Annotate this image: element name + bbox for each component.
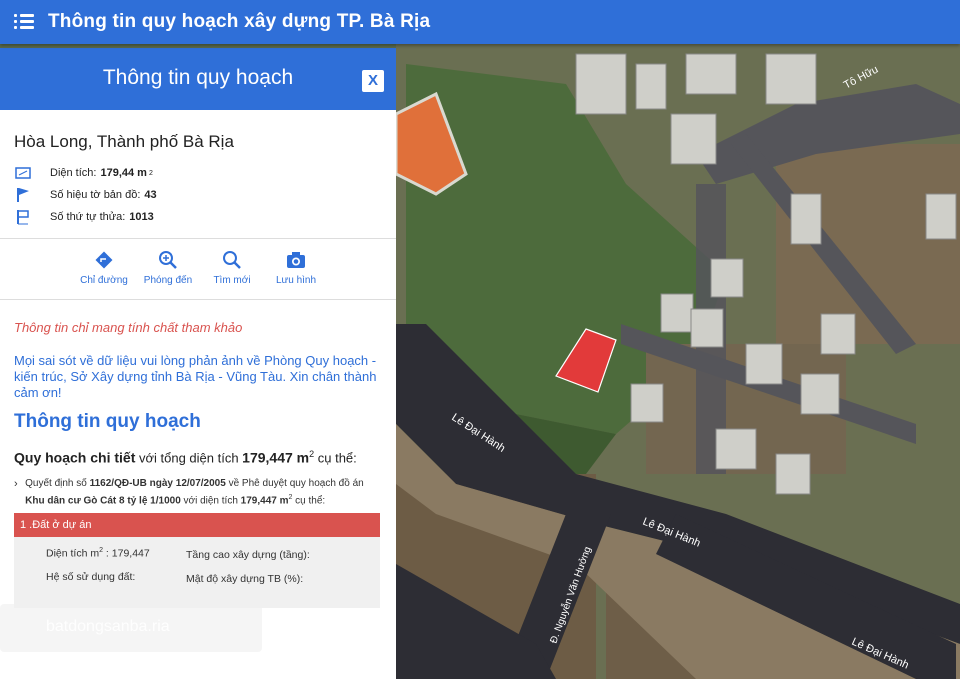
land-use-area-value: : 179,447 — [103, 547, 150, 560]
parcel-flag-icon — [14, 209, 32, 225]
location-name: Hòa Long, Thành phố Bà Rịa — [14, 132, 234, 151]
decision-item[interactable]: › Quyết định số 1162/QĐ-UB ngày 12/07/20… — [14, 477, 382, 508]
plot-row: Số thứ tự thửa: 1013 — [14, 206, 382, 228]
detail-prefix: Quy hoạch chi tiết — [14, 449, 136, 466]
area-icon — [14, 165, 32, 181]
menu-icon[interactable] — [14, 14, 34, 30]
disclaimer-text: Thông tin chỉ mang tính chất tham khảo — [14, 320, 243, 335]
camera-icon — [264, 249, 328, 271]
floors-label: Tầng cao xây dựng (tầng): — [186, 548, 310, 561]
area-value: 179,44 m — [100, 167, 147, 179]
panel-title: Thông tin quy hoạch — [102, 66, 294, 89]
zoom-to-label: Phóng đến — [143, 275, 193, 286]
decision-text-c: về Phê duyệt quy hoạch đồ án — [225, 478, 364, 490]
sheet-row: Số hiệu tờ bản đồ: 43 — [14, 184, 382, 206]
land-use-label: 1 .Đất ở dự án — [14, 512, 380, 537]
map-canvas[interactable]: Tô Hữu Lê Đại Hành Lê Đại Hành Lê Đại Hà… — [396, 44, 960, 679]
zoom-to-button[interactable]: Phóng đến — [136, 249, 200, 299]
planning-info-panel: Thông tin quy hoạch X Hòa Long, Thành ph… — [0, 48, 396, 679]
feedback-text: Mọi sai sót về dữ liệu vui lòng phản ảnh… — [14, 353, 377, 400]
decision-number: 1162/QĐ-UB ngày 12/07/2005 — [89, 478, 226, 490]
new-search-button[interactable]: Tìm mới — [200, 249, 264, 299]
sheet-value: 43 — [144, 189, 157, 201]
land-use-card: 1 .Đất ở dự án Diện tích m2 : 179,447 Tầ… — [14, 512, 380, 608]
top-bar: Thông tin quy hoạch xây dựng TP. Bà Rịa — [0, 0, 960, 44]
decision-text-e: với diện tích — [180, 495, 241, 507]
save-image-label: Lưu hình — [275, 275, 317, 286]
directions-label: Chỉ đường — [80, 275, 128, 286]
panel-header: Thông tin quy hoạch X — [0, 48, 396, 110]
decision-area: 179,447 m — [240, 495, 289, 507]
chevron-right-icon: › — [14, 478, 18, 491]
new-search-label: Tìm mới — [213, 275, 251, 286]
decision-text-g: cụ thể: — [292, 495, 326, 507]
detail-summary: Quy hoạch chi tiết với tổng diện tích 17… — [14, 449, 382, 465]
density-label: Mật độ xây dựng TB (%): — [186, 572, 304, 585]
section-title: Thông tin quy hoạch — [14, 411, 201, 432]
detail-mid: với tổng diện tích — [135, 450, 243, 466]
directions-icon — [72, 249, 136, 271]
zoom-in-icon — [136, 249, 200, 271]
flag-icon — [14, 187, 32, 203]
plot-value: 1013 — [129, 211, 154, 223]
land-use-area: Diện tích m2 : 179,447 — [46, 547, 150, 560]
plot-label: Số thứ tự thửa: — [50, 211, 126, 223]
watermark-text: batdongsanba.ria — [46, 618, 170, 635]
area-row: Diện tích: 179,44 m2 — [14, 162, 382, 184]
search-icon — [200, 249, 264, 271]
close-button[interactable]: X — [362, 70, 384, 92]
detail-value: 179,447 m — [242, 449, 310, 466]
satellite-map[interactable]: Tô Hữu Lê Đại Hành Lê Đại Hành Lê Đại Hà… — [396, 44, 960, 679]
project-name: Khu dân cư Gò Cát 8 tỷ lệ 1/1000 — [25, 495, 181, 507]
location-block: Hòa Long, Thành phố Bà Rịa Diện tích: 17… — [0, 110, 396, 228]
area-label: Diện tích: — [50, 167, 97, 179]
decision-text-a: Quyết định số — [25, 478, 90, 490]
info-section: Thông tin chỉ mang tính chất tham khảo M… — [0, 300, 396, 608]
watermark: batdongsanba.ria — [0, 604, 262, 652]
land-use-area-label: Diện tích m — [46, 547, 100, 560]
action-bar: Chỉ đường Phóng đến Tìm mới Lưu hình — [0, 239, 396, 299]
far-label: Hệ số sử dụng đất: — [46, 570, 136, 583]
directions-button[interactable]: Chỉ đường — [72, 249, 136, 299]
area-sup: 2 — [148, 169, 153, 177]
save-image-button[interactable]: Lưu hình — [264, 249, 328, 299]
sheet-label: Số hiệu tờ bản đồ: — [50, 189, 141, 201]
app-title: Thông tin quy hoạch xây dựng TP. Bà Rịa — [48, 11, 431, 32]
detail-suffix: cụ thể: — [314, 450, 357, 466]
